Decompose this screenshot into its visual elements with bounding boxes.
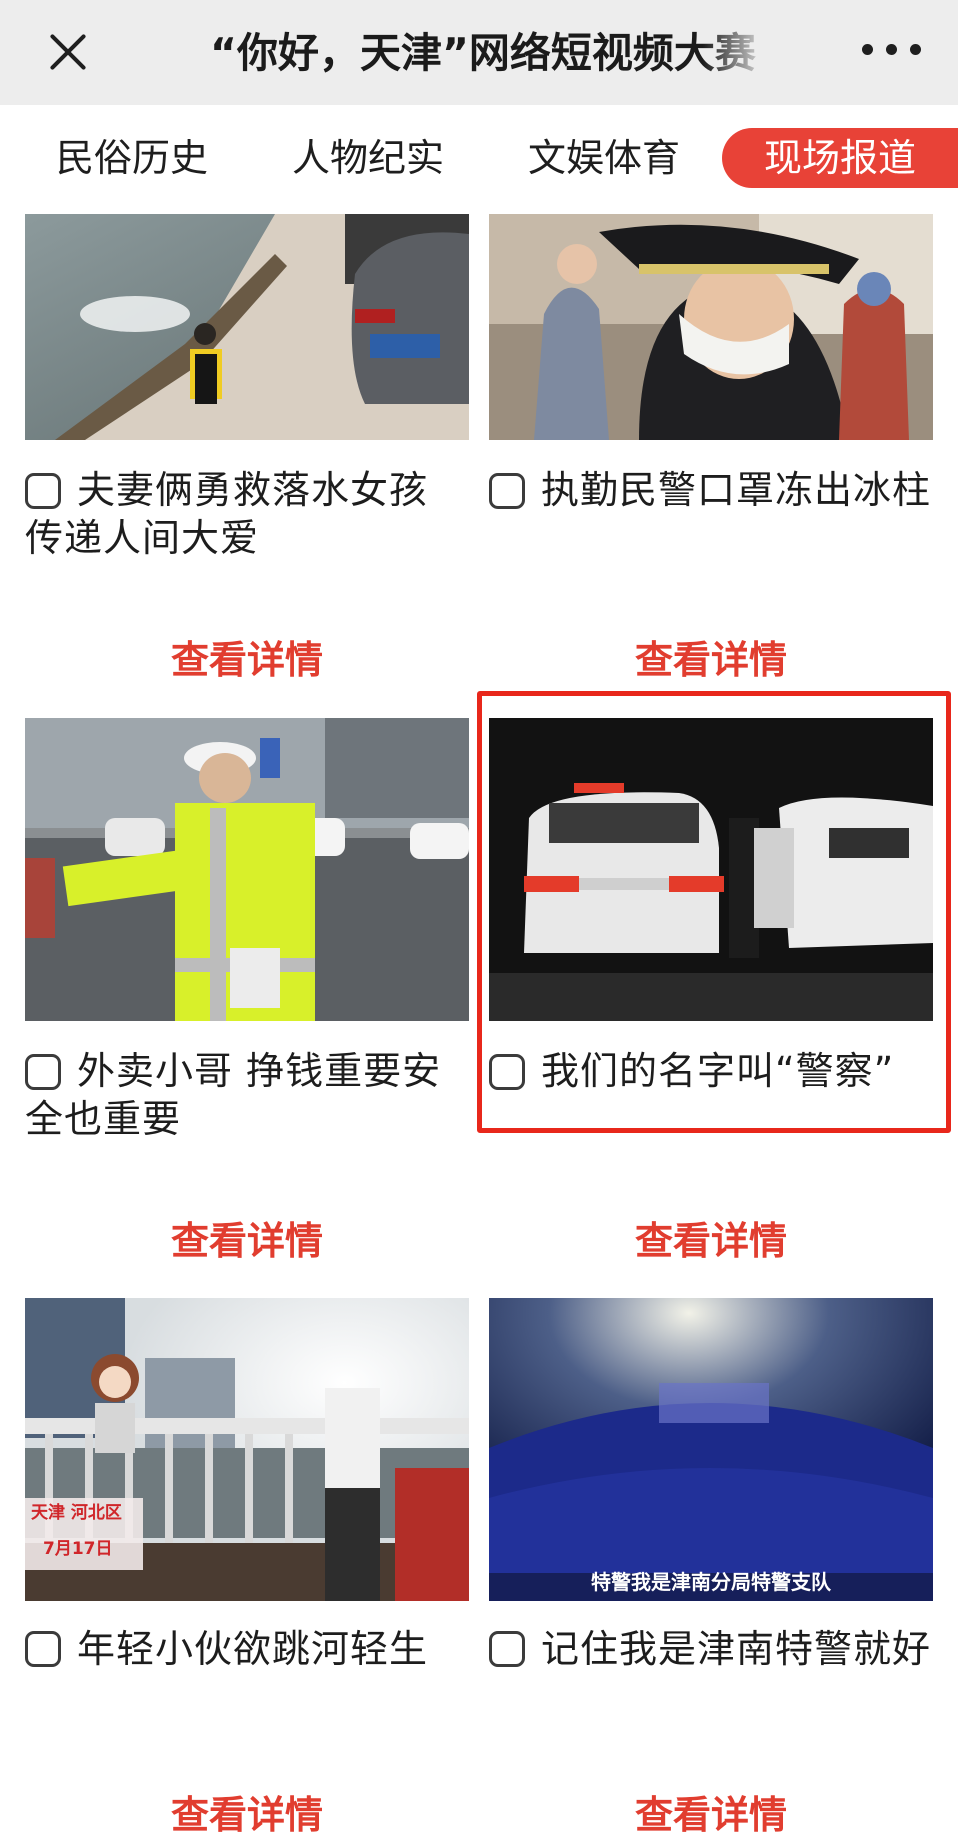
page-title: “你好，天津”网络短视频大赛 [210, 29, 756, 77]
overlay-caption: 特警我是津南分局特警支队 [591, 1570, 831, 1594]
card-title: 记住我是津南特警就好 [541, 1627, 932, 1671]
tab-folk-history[interactable]: 民俗历史 [52, 128, 212, 188]
view-details-link[interactable]: 查看详情 [25, 629, 469, 684]
tab-entertainment-sports[interactable]: 文娱体育 [524, 128, 684, 188]
more-dots-icon[interactable] [862, 38, 922, 62]
view-details-link[interactable]: 查看详情 [489, 629, 933, 684]
view-details-link[interactable]: 查看详情 [25, 1784, 469, 1839]
card-title: 外卖小哥 挣钱重要安 [77, 1049, 442, 1093]
video-thumbnail[interactable]: 天津 河北区 7月17日 [25, 1298, 469, 1601]
card-title-line2: 全也重要 [25, 1097, 182, 1141]
view-details-link[interactable]: 查看详情 [489, 1784, 933, 1839]
view-details-link[interactable]: 查看详情 [25, 1210, 469, 1265]
card-title: 年轻小伙欲跳河轻生 [77, 1627, 429, 1671]
video-thumbnail[interactable]: 特警我是津南分局特警支队 [489, 1298, 933, 1601]
view-details-link[interactable]: 查看详情 [489, 1210, 933, 1265]
close-icon[interactable] [44, 28, 92, 76]
select-checkbox[interactable] [25, 1631, 61, 1667]
card-title: 夫妻俩勇救落水女孩 [77, 468, 429, 512]
select-checkbox[interactable] [25, 1054, 61, 1090]
video-thumbnail[interactable] [489, 214, 933, 440]
video-thumbnail[interactable] [25, 718, 469, 1021]
category-tabs: 民俗历史 人物纪实 文娱体育 现场报道 [0, 110, 958, 210]
select-checkbox[interactable] [489, 473, 525, 509]
top-bar: “你好，天津”网络短视频大赛 [0, 0, 958, 105]
card-title-line2: 传递人间大爱 [25, 516, 260, 560]
tab-people-documentary[interactable]: 人物纪实 [288, 128, 448, 188]
tab-live-report[interactable]: 现场报道 [722, 128, 958, 188]
select-checkbox[interactable] [25, 473, 61, 509]
select-checkbox[interactable] [489, 1631, 525, 1667]
card-title: 执勤民警口罩冻出冰柱 [541, 468, 932, 512]
overlay-date: 7月17日 [43, 1539, 113, 1559]
video-thumbnail[interactable] [25, 214, 469, 440]
highlight-box [477, 691, 951, 1133]
overlay-place: 天津 河北区 [31, 1503, 122, 1523]
